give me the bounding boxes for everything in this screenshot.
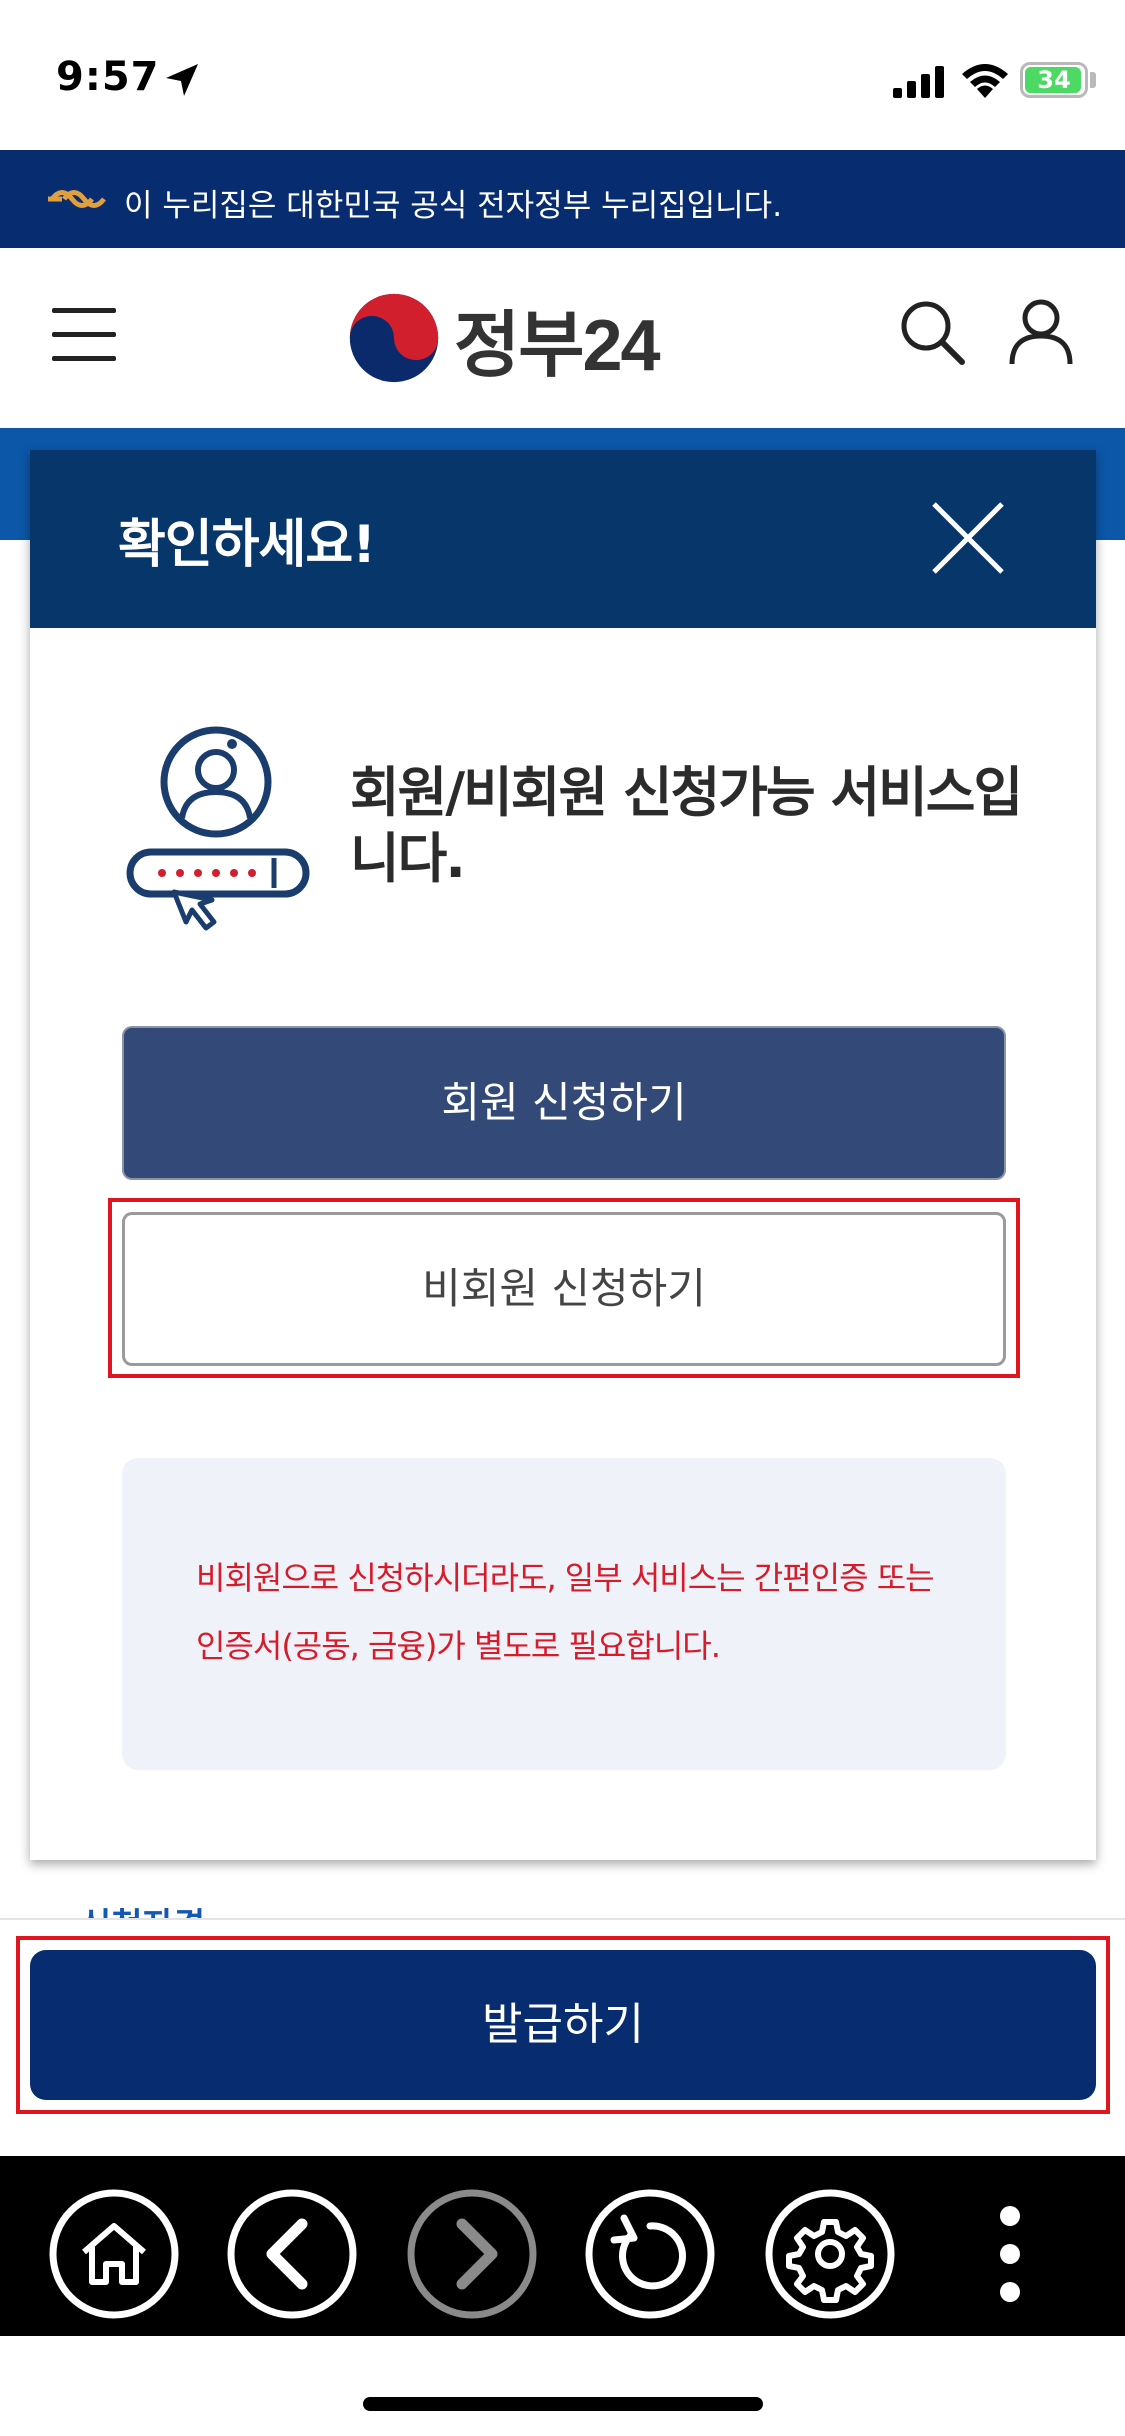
issue-button[interactable]: 발급하기 [30,1950,1096,2100]
modal-header: 확인하세요! [30,450,1096,628]
settings-icon[interactable] [764,2188,896,2320]
hamburger-menu-icon[interactable] [52,306,116,364]
more-icon[interactable] [944,2188,1076,2320]
gov-banner-text: 이 누리집은 대한민국 공식 전자정부 누리집입니다. [124,188,783,224]
cellular-signal-icon [893,66,944,98]
modal-title: 확인하세요! [118,515,376,575]
battery-cap [1090,72,1096,88]
close-icon[interactable] [928,498,1008,578]
wifi-icon [962,64,1008,98]
section-heading-peek: 신청자격 [80,1898,205,1920]
gov-mark-icon [48,190,106,208]
browser-toolbar [0,2156,1125,2336]
service-headline: 회원/비회원 신청가능 서비스입니다. [350,761,1023,890]
back-icon[interactable] [226,2188,358,2320]
reload-icon[interactable] [584,2188,716,2320]
confirm-modal: 확인하세요! 회원/비회원 신청가능 서비스입니다. 회원 신청하기 비회원 신… [30,450,1096,1860]
member-apply-button[interactable]: 회원 신청하기 [122,1026,1006,1180]
battery-indicator: 34 [1020,62,1088,98]
home-indicator[interactable] [363,2397,763,2411]
site-logo[interactable]: 정부24 [346,288,661,388]
battery-level: 34 [1037,66,1071,94]
user-account-icon[interactable] [1006,296,1076,366]
notice-text: 비회원으로 신청하시더라도, 일부 서비스는 간편인증 또는 인증서(공동, 금… [196,1559,935,1665]
forward-icon[interactable] [406,2188,538,2320]
taegeuk-emblem-icon [349,293,439,383]
home-icon[interactable] [48,2188,180,2320]
member-login-icon [126,726,310,931]
search-icon[interactable] [898,298,966,366]
logo-text: 정부24 [454,305,661,386]
notice-box: 비회원으로 신청하시더라도, 일부 서비스는 간편인증 또는 인증서(공동, 금… [122,1458,1006,1770]
app-header: 정부24 [0,248,1125,428]
status-time: 9:57 [56,54,160,100]
location-arrow-icon [166,64,198,96]
status-bar: 9:57 34 [0,0,1125,150]
page-divider [0,1918,1125,1920]
gov-official-banner[interactable]: 이 누리집은 대한민국 공식 전자정부 누리집입니다. [0,150,1125,248]
nonmember-apply-button[interactable]: 비회원 신청하기 [122,1212,1006,1366]
